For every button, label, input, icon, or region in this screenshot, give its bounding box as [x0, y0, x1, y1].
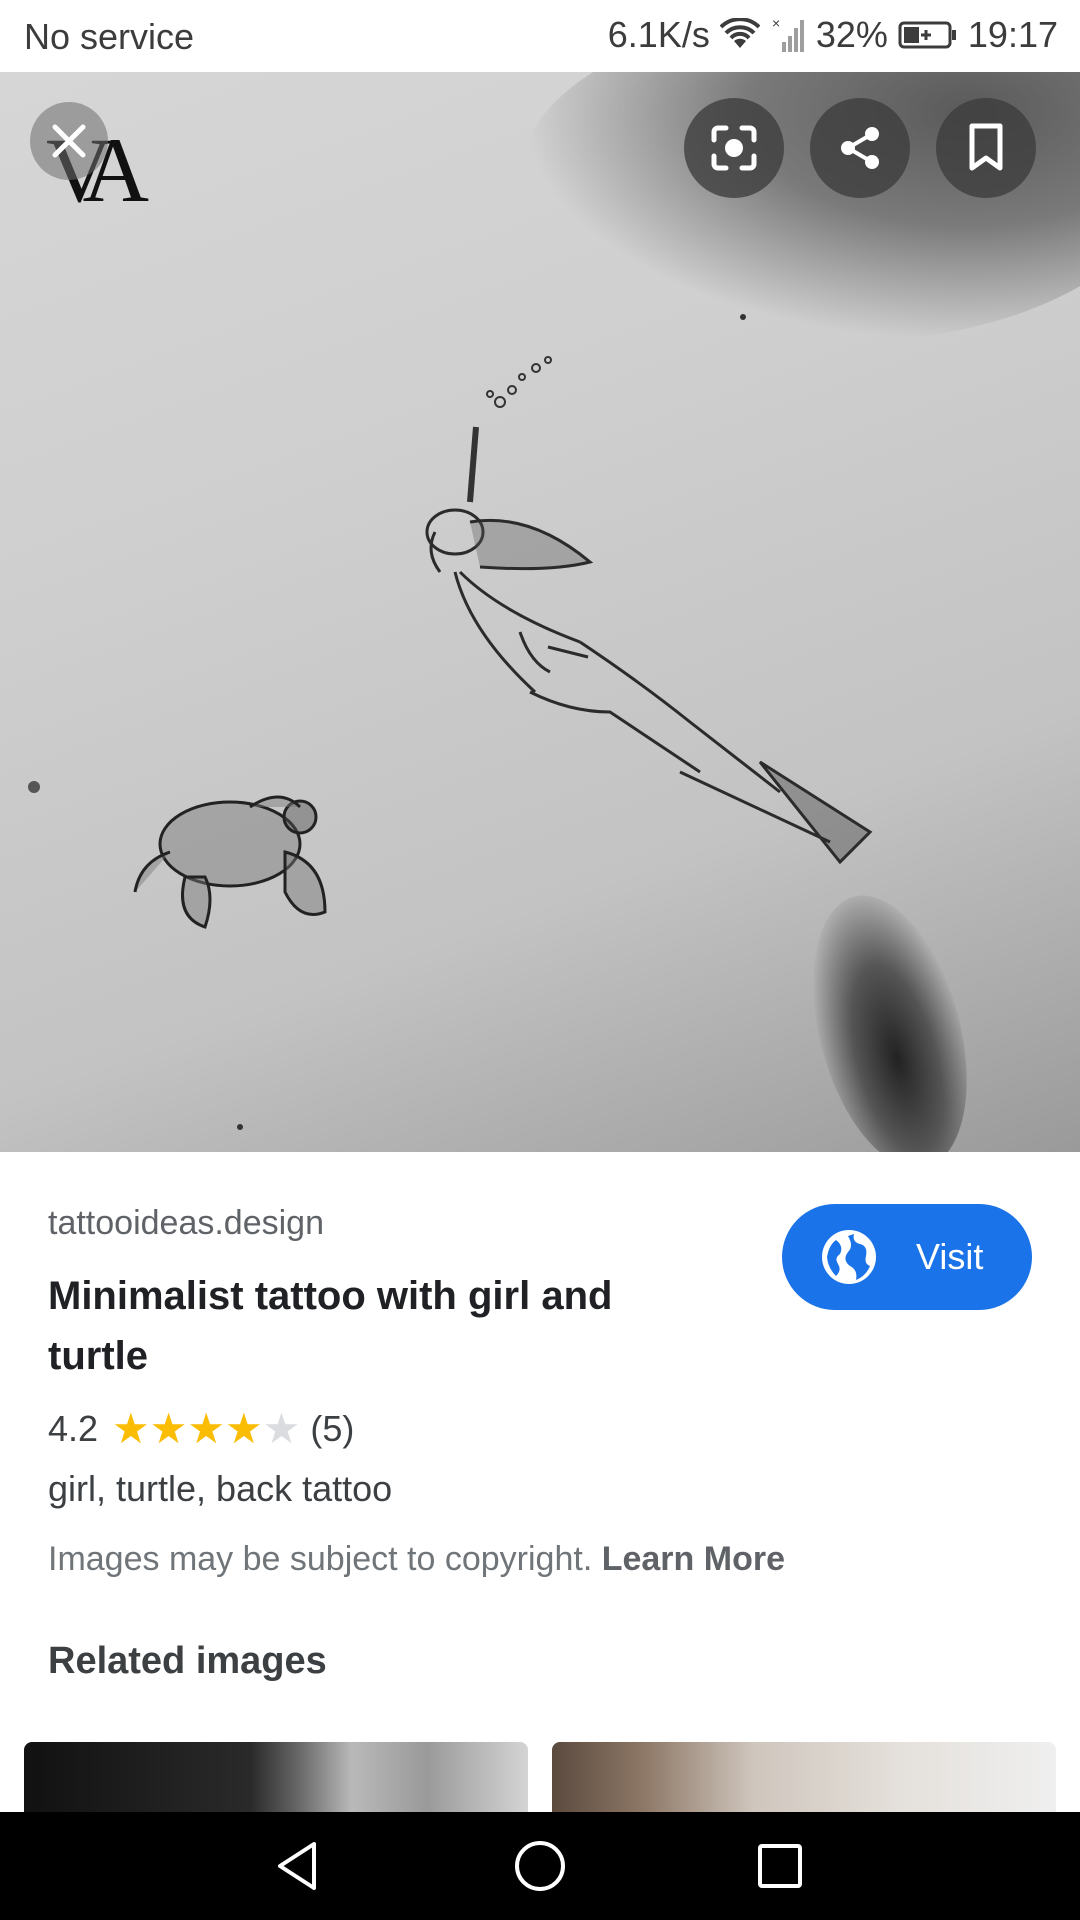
save-button[interactable] [936, 98, 1036, 198]
image-viewer[interactable]: VA [0, 72, 1080, 1152]
visit-button[interactable]: Visit [782, 1204, 1032, 1310]
rating-row: 4.2 ★ ★ ★ ★ ★ (5) [48, 1408, 354, 1450]
star-empty-icon: ★ [262, 1405, 301, 1452]
lens-button[interactable] [684, 98, 784, 198]
star-icon: ★ [187, 1405, 226, 1452]
svg-text:×: × [772, 16, 780, 31]
learn-more-link[interactable]: Learn More [602, 1540, 785, 1578]
close-button[interactable] [30, 102, 108, 180]
rating-count: (5) [310, 1408, 355, 1449]
copyright-text: Images may be subject to copyright. [48, 1540, 593, 1578]
share-icon [841, 127, 879, 169]
recents-square-icon[interactable] [752, 1838, 808, 1894]
rating-stars: ★ ★ ★ ★ ★ [112, 1408, 300, 1450]
rating-value: 4.2 [48, 1408, 99, 1449]
bookmark-icon [969, 123, 1003, 171]
system-nav-bar [0, 1812, 1080, 1920]
related-image-thumbnail[interactable] [552, 1742, 1056, 1822]
carrier-text: No service [24, 16, 195, 57]
related-image-thumbnail[interactable] [24, 1742, 528, 1822]
close-icon [52, 124, 86, 158]
battery-charging-icon [898, 21, 956, 49]
wifi-icon [719, 18, 760, 48]
signal-icon: × [772, 16, 804, 52]
back-triangle-icon[interactable] [270, 1838, 326, 1894]
star-icon: ★ [225, 1405, 263, 1452]
related-images-heading: Related images [48, 1640, 327, 1682]
network-speed: 6.1K/s [607, 14, 710, 55]
tattoo-image [28, 314, 873, 1130]
image-title[interactable]: Minimalist tattoo with girl and turtle [48, 1266, 688, 1386]
clock: 19:17 [967, 14, 1058, 55]
visit-label: Visit [916, 1236, 984, 1277]
source-domain[interactable]: tattooideas.design [48, 1204, 324, 1243]
home-circle-icon[interactable] [512, 1838, 568, 1894]
star-icon: ★ [149, 1405, 188, 1452]
copyright-notice: Images may be subject to copyright. Lear… [48, 1540, 785, 1579]
star-icon: ★ [112, 1405, 150, 1452]
image-tags: girl, turtle, back tattoo [48, 1468, 393, 1509]
status-bar: No service 6.1K/s × 32% 19:17 [0, 0, 1080, 72]
status-icons: 6.1K/s × 32% 19:17 [608, 14, 1058, 56]
globe-icon [822, 1230, 876, 1284]
share-button[interactable] [810, 98, 910, 198]
battery-percent: 32% [815, 14, 888, 55]
lens-icon [711, 125, 757, 171]
